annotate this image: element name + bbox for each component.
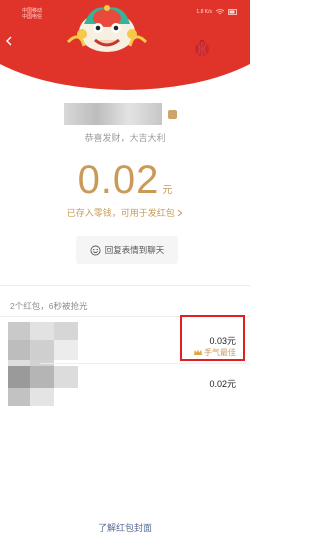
network-speed: 1.8 K/s — [196, 9, 212, 15]
packet-summary: 2个红包，6秒被抢光 — [10, 301, 88, 311]
sender-name-blurred — [64, 103, 162, 125]
section-divider — [0, 285, 250, 286]
carrier-2: 中国电信 — [22, 14, 43, 20]
recipient-amount: 0.02元 — [209, 379, 236, 389]
amount-unit: 元 — [162, 185, 173, 196]
lion-dance-illustration — [66, 5, 148, 52]
sender-badge-icon — [168, 110, 177, 119]
greeting-text: 恭喜发财，大吉大利 — [84, 133, 166, 143]
stored-note: 已存入零钱，可用于发红包 — [66, 208, 175, 218]
status-carriers: 中国移动 中国电信 — [22, 8, 42, 20]
reply-sticker-button[interactable]: 回复表情到聊天 — [76, 236, 178, 264]
received-amount: 0.02 元 — [0, 158, 250, 203]
highlight-box — [180, 315, 245, 361]
back-chevron-icon[interactable] — [4, 36, 14, 46]
stored-in-change-link[interactable]: 已存入零钱，可用于发红包 — [0, 206, 250, 219]
recipient-avatar-blurred — [8, 366, 78, 406]
chevron-right-icon — [177, 209, 183, 217]
wifi-icon — [216, 9, 224, 15]
battery-icon — [228, 9, 237, 15]
smile-icon — [90, 245, 101, 255]
red-packet-header: 中国移动 中国电信 1.8 K/s — [0, 0, 250, 95]
learn-cover-link[interactable]: 了解红包封面 — [0, 521, 250, 534]
lantern-icon — [195, 40, 209, 56]
reply-sticker-label: 回复表情到聊天 — [104, 245, 165, 255]
amount-value: 0.02 — [77, 158, 160, 202]
recipient-row[interactable]: 0.02元 — [0, 364, 250, 408]
status-right: 1.8 K/s — [196, 9, 238, 15]
